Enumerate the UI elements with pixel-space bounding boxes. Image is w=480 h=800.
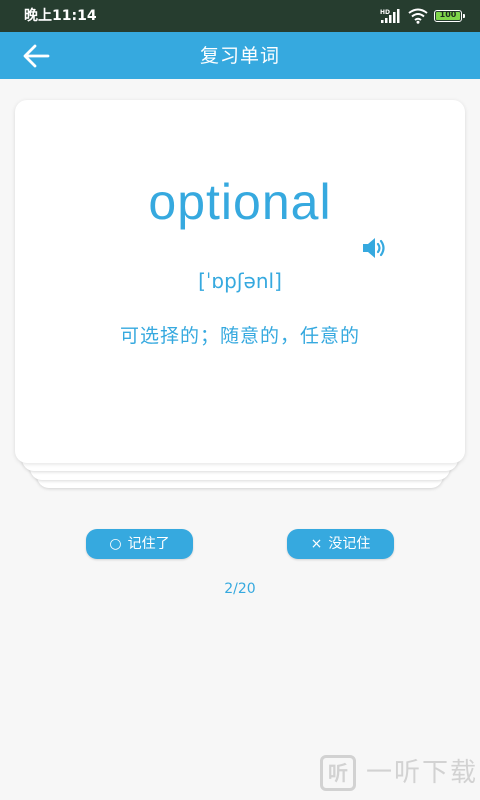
wifi-icon (408, 8, 428, 24)
status-icons: HD 100 (380, 6, 465, 26)
remembered-button[interactable]: ○ 记住了 (86, 529, 193, 559)
page-title: 复习单词 (199, 45, 280, 67)
svg-text:HD: HD (380, 9, 390, 16)
status-bar: 晚上11:14 HD 100 (0, 0, 480, 32)
battery-level-text: 100 (439, 10, 457, 19)
forgot-button[interactable]: × 没记住 (287, 529, 394, 559)
watermark: 听 一听下载 (318, 755, 478, 797)
status-time: 晚上11:14 (24, 8, 97, 24)
meaning-text: 可选择的；随意的，任意的 (119, 325, 360, 347)
word-card[interactable]: optional [ˈɒpʃənl] 可选择的；随意的，任意的 (15, 100, 465, 463)
hd-signal-icon: HD (380, 9, 400, 23)
circle-icon: ○ (109, 536, 122, 552)
speaker-icon[interactable] (361, 235, 389, 261)
progress-counter: 2/20 (224, 581, 256, 597)
app-bar: 复习单词 (0, 32, 480, 79)
forgot-label: 没记住 (328, 536, 371, 552)
phonetic-text: [ˈɒpʃənl] (198, 269, 282, 293)
word-text: optional (148, 174, 332, 230)
watermark-text: 一听下载 (366, 758, 479, 788)
cross-icon: × (310, 536, 323, 552)
watermark-logo: 听 (320, 755, 356, 791)
battery-icon: 100 (434, 10, 465, 22)
remembered-label: 记住了 (127, 536, 170, 552)
